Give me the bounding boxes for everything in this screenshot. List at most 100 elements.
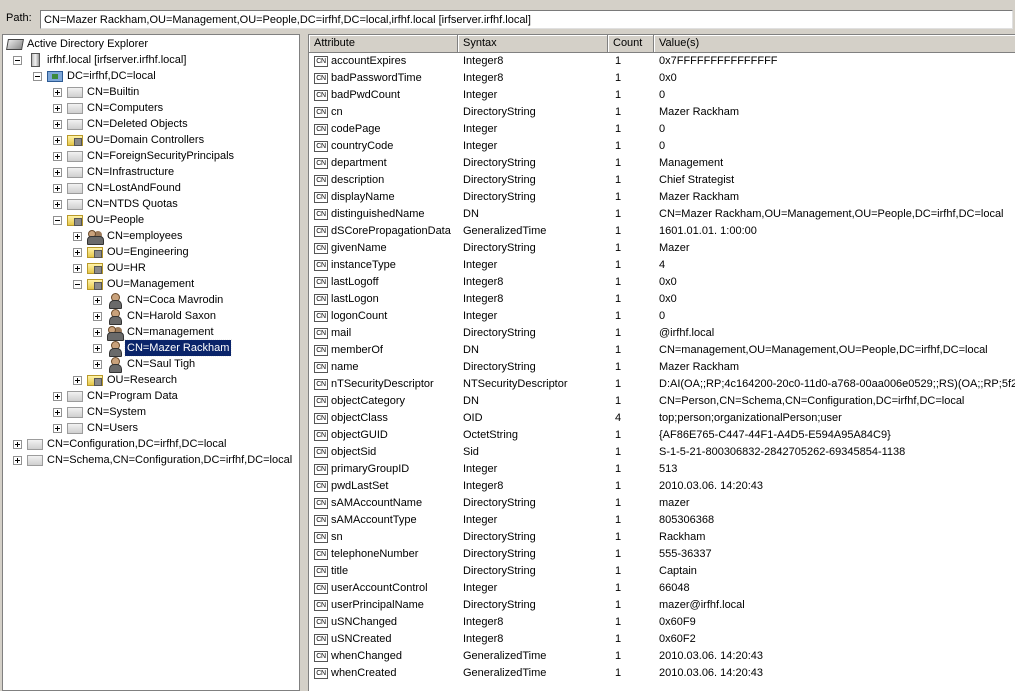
expand-icon[interactable] <box>73 248 82 257</box>
expand-icon[interactable] <box>53 408 62 417</box>
tree-node[interactable]: CN=Builtin <box>3 84 299 100</box>
table-row[interactable]: CN uSNChanged Integer8 1 0x60F9 <box>309 614 1015 631</box>
table-row[interactable]: CN objectSid Sid 1 S-1-5-21-800306832-284270… <box>309 444 1015 461</box>
column-header-values[interactable]: Value(s) <box>654 35 1015 53</box>
table-row[interactable]: CN pwdLastSet Integer8 1 2010.03.06. 14:20:4… <box>309 478 1015 495</box>
attribute-count: 1 <box>615 276 622 288</box>
tree-node[interactable]: CN=Coca Mavrodin <box>3 292 299 309</box>
object-tree[interactable]: Active Directory Explorer irfhf.local [ir… <box>2 34 300 691</box>
table-row[interactable]: CN userAccountControl Integer 1 66048 <box>309 580 1015 597</box>
expand-icon[interactable] <box>53 136 62 145</box>
tree-node[interactable]: CN=Configuration,DC=irfhf,DC=local <box>3 436 299 452</box>
pane-splitter[interactable] <box>301 34 308 691</box>
table-row[interactable]: CN sAMAccountType Integer 1 805306368 <box>309 512 1015 529</box>
tree-node[interactable]: OU=Management <box>3 276 299 292</box>
table-row[interactable]: CN badPasswordTime Integer8 1 0x0 <box>309 70 1015 87</box>
collapse-icon[interactable] <box>33 72 42 81</box>
path-input[interactable] <box>40 10 1013 29</box>
expand-icon[interactable] <box>53 152 62 161</box>
tree-node[interactable]: CN=Deleted Objects <box>3 116 299 132</box>
tree-node[interactable]: CN=Program Data <box>3 388 299 404</box>
expand-icon[interactable] <box>53 200 62 209</box>
table-row[interactable]: CN accountExpires Integer8 1 0x7FFFFFFFFFFFF… <box>309 53 1015 70</box>
tree-node[interactable]: OU=Engineering <box>3 244 299 260</box>
table-row[interactable]: CN department DirectoryString 1 Management <box>309 155 1015 172</box>
table-row[interactable]: CN logonCount Integer 1 0 <box>309 308 1015 325</box>
expand-icon[interactable] <box>53 88 62 97</box>
table-row[interactable]: CN userPrincipalName DirectoryString 1 mazer… <box>309 597 1015 614</box>
table-row[interactable]: CN lastLogon Integer8 1 0x0 <box>309 291 1015 308</box>
tree-node[interactable]: CN=NTDS Quotas <box>3 196 299 212</box>
expand-icon[interactable] <box>73 232 82 241</box>
expand-icon[interactable] <box>93 360 102 369</box>
column-header-count[interactable]: Count <box>608 35 654 53</box>
table-row[interactable]: CN codePage Integer 1 0 <box>309 121 1015 138</box>
folder-icon <box>67 151 83 162</box>
collapse-icon[interactable] <box>13 56 22 65</box>
collapse-icon[interactable] <box>53 216 62 225</box>
tree-node[interactable]: CN=ForeignSecurityPrincipals <box>3 148 299 164</box>
tree-node[interactable]: OU=HR <box>3 260 299 276</box>
table-row[interactable]: CN instanceType Integer 1 4 <box>309 257 1015 274</box>
table-row[interactable]: CN uSNCreated Integer8 1 0x60F2 <box>309 631 1015 648</box>
expand-icon[interactable] <box>13 440 22 449</box>
expand-icon[interactable] <box>93 296 102 305</box>
table-row[interactable]: CN sn DirectoryString 1 Rackham <box>309 529 1015 546</box>
table-row[interactable]: CN whenChanged GeneralizedTime 1 2010.03.06.… <box>309 648 1015 665</box>
expand-icon[interactable] <box>93 328 102 337</box>
column-header-attribute[interactable]: Attribute <box>309 35 458 53</box>
tree-node[interactable]: CN=Mazer Rackham <box>3 339 299 357</box>
expand-icon[interactable] <box>13 456 22 465</box>
tree-node[interactable]: CN=LostAndFound <box>3 180 299 196</box>
table-row[interactable]: CN distinguishedName DN 1 CN=Mazer Rackham,O… <box>309 206 1015 223</box>
tree-node[interactable]: DC=irfhf,DC=local <box>3 68 299 84</box>
table-row[interactable]: CN nTSecurityDescriptor NTSecurityDescript… <box>309 376 1015 393</box>
tree-node[interactable]: Active Directory Explorer <box>3 36 299 52</box>
table-row[interactable]: CN givenName DirectoryString 1 Mazer <box>309 240 1015 257</box>
tree-node[interactable]: CN=Harold Saxon <box>3 308 299 325</box>
expand-icon[interactable] <box>53 120 62 129</box>
expand-icon[interactable] <box>53 392 62 401</box>
collapse-icon[interactable] <box>73 280 82 289</box>
table-row[interactable]: CN cn DirectoryString 1 Mazer Rackham <box>309 104 1015 121</box>
tree-node[interactable]: OU=People <box>3 212 299 228</box>
table-row[interactable]: CN whenCreated GeneralizedTime 1 2010.03.06.… <box>309 665 1015 682</box>
tree-node[interactable]: OU=Domain Controllers <box>3 132 299 148</box>
expand-icon[interactable] <box>53 168 62 177</box>
table-row[interactable]: CN countryCode Integer 1 0 <box>309 138 1015 155</box>
table-row[interactable]: CN description DirectoryString 1 Chief Strat… <box>309 172 1015 189</box>
tree-node[interactable]: CN=employees <box>3 228 299 245</box>
table-row[interactable]: CN dSCorePropagationData GeneralizedTime 1 1… <box>309 223 1015 240</box>
tree-node[interactable]: CN=Users <box>3 420 299 436</box>
table-row[interactable]: CN memberOf DN 1 CN=management,OU=Management… <box>309 342 1015 359</box>
expand-icon[interactable] <box>73 376 82 385</box>
tree-node[interactable]: CN=System <box>3 404 299 420</box>
table-row[interactable]: CN mail DirectoryString 1 @irfhf.local <box>309 325 1015 342</box>
table-row[interactable]: CN objectCategory DN 1 CN=Person,CN=Schema,C… <box>309 393 1015 410</box>
tree-node[interactable]: CN=Infrastructure <box>3 164 299 180</box>
expand-icon[interactable] <box>53 104 62 113</box>
tree-node[interactable]: CN=management <box>3 324 299 341</box>
table-row[interactable]: CN objectClass OID 4 top;person;organization… <box>309 410 1015 427</box>
expand-icon[interactable] <box>93 344 102 353</box>
tree-node[interactable]: CN=Saul Tigh <box>3 356 299 373</box>
tree-node[interactable]: irfhf.local [irfserver.irfhf.local] <box>3 52 299 68</box>
table-row[interactable]: CN name DirectoryString 1 Mazer Rackham <box>309 359 1015 376</box>
table-row[interactable]: CN title DirectoryString 1 Captain <box>309 563 1015 580</box>
column-header-syntax[interactable]: Syntax <box>458 35 608 53</box>
table-row[interactable]: CN displayName DirectoryString 1 Mazer Rackh… <box>309 189 1015 206</box>
expand-icon[interactable] <box>93 312 102 321</box>
table-row[interactable]: CN sAMAccountName DirectoryString 1 mazer <box>309 495 1015 512</box>
attribute-list[interactable]: Attribute Syntax Count Value(s) CN accoun… <box>308 34 1015 691</box>
table-row[interactable]: CN telephoneNumber DirectoryString 1 555-363… <box>309 546 1015 563</box>
table-row[interactable]: CN objectGUID OctetString 1 {AF86E765-C447-4… <box>309 427 1015 444</box>
expand-icon[interactable] <box>53 184 62 193</box>
tree-node[interactable]: CN=Computers <box>3 100 299 116</box>
table-row[interactable]: CN badPwdCount Integer 1 0 <box>309 87 1015 104</box>
tree-node[interactable]: CN=Schema,CN=Configuration,DC=irfhf,DC=l… <box>3 452 299 468</box>
tree-node[interactable]: OU=Research <box>3 372 299 388</box>
table-row[interactable]: CN primaryGroupID Integer 1 513 <box>309 461 1015 478</box>
expand-icon[interactable] <box>53 424 62 433</box>
expand-icon[interactable] <box>73 264 82 273</box>
table-row[interactable]: CN lastLogoff Integer8 1 0x0 <box>309 274 1015 291</box>
